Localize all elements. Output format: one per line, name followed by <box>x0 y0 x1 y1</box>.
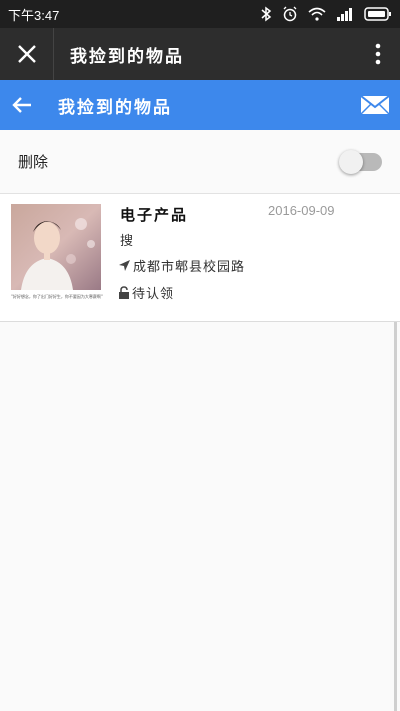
more-vertical-icon <box>375 43 381 65</box>
back-button[interactable] <box>0 80 44 130</box>
wifi-icon <box>308 7 326 21</box>
thumbnail-caption: "好好想念，你了出门好好生，你不要因为大寒赛啊" <box>11 294 103 299</box>
close-icon <box>17 45 36 63</box>
delete-toggle-row: 删除 <box>0 130 400 194</box>
found-item-card[interactable]: "好好想念，你了出门好好生，你不要因为大寒赛啊" 电子产品 2016-09-09… <box>0 194 400 322</box>
scrollbar[interactable] <box>394 322 397 711</box>
alarm-icon <box>282 6 298 22</box>
page-header: 我捡到的物品 <box>0 80 400 130</box>
item-description: 搜 <box>120 234 134 249</box>
page-title: 我捡到的物品 <box>58 97 172 118</box>
more-menu-button[interactable] <box>356 28 400 80</box>
item-title: 电子产品 <box>120 206 189 224</box>
item-date: 2016-09-09 <box>268 203 335 218</box>
lock-icon <box>119 286 129 299</box>
item-location: 成都市郫县校园路 <box>118 256 245 275</box>
item-status-text: 待认领 <box>132 287 175 302</box>
delete-toggle[interactable] <box>339 149 382 174</box>
mail-icon <box>360 95 390 115</box>
titlebar-title: 我捡到的物品 <box>70 46 184 67</box>
status-bar: 下午3:47 <box>0 0 400 28</box>
mail-button[interactable] <box>350 80 400 130</box>
bluetooth-icon <box>260 6 272 22</box>
signal-icon <box>336 7 354 21</box>
app-titlebar: 我捡到的物品 <box>0 28 400 80</box>
arrow-left-icon <box>12 97 31 113</box>
item-location-text: 成都市郫县校园路 <box>133 260 246 275</box>
item-status: 待认领 <box>118 283 174 302</box>
battery-icon <box>364 7 392 21</box>
delete-label: 删除 <box>18 153 49 171</box>
status-time: 下午3:47 <box>8 7 60 23</box>
close-button[interactable] <box>0 28 54 80</box>
location-arrow-icon <box>119 260 130 271</box>
item-thumbnail <box>11 204 101 290</box>
toggle-knob <box>339 149 363 174</box>
